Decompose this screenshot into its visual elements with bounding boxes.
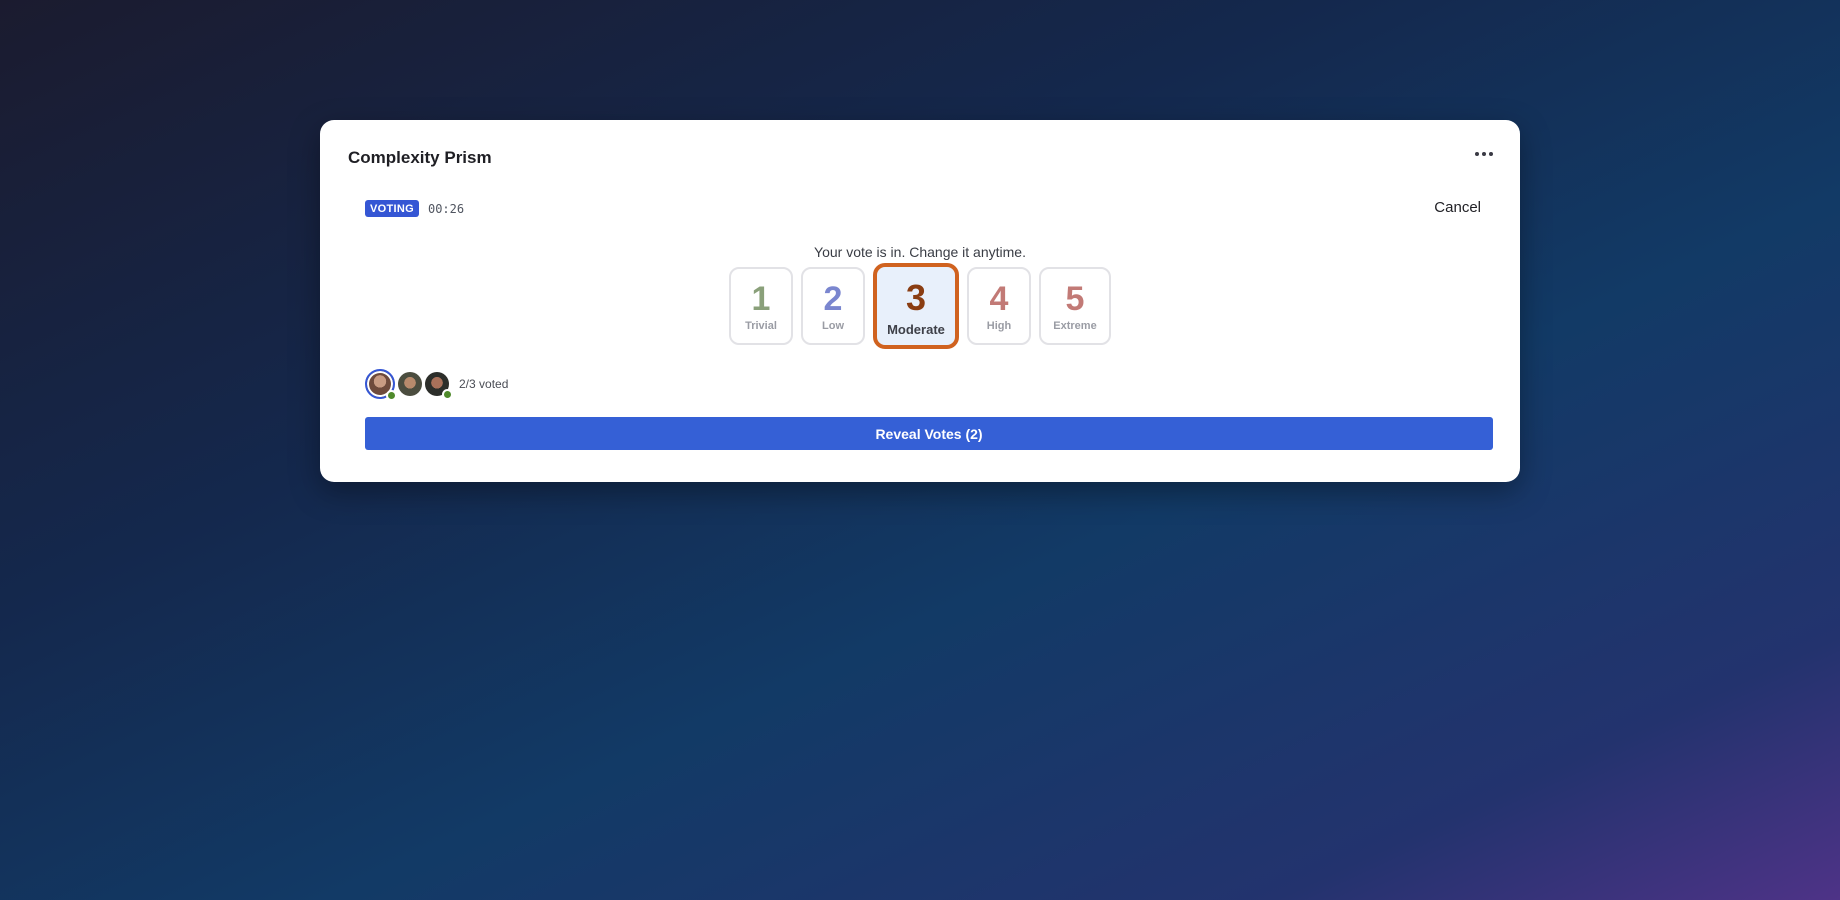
status-row: VOTING 00:26	[365, 200, 464, 217]
cancel-button[interactable]: Cancel	[1434, 199, 1481, 216]
avatar[interactable]	[425, 372, 453, 400]
card-title: Complexity Prism	[348, 148, 492, 167]
estimate-option-1[interactable]: 1 Trivial	[729, 267, 793, 345]
more-horizontal-icon-dot	[1489, 152, 1493, 156]
option-number: 2	[823, 280, 843, 318]
avatar[interactable]	[398, 372, 422, 396]
avatar[interactable]	[365, 369, 397, 401]
estimation-card: Complexity Prism VOTING 00:26 Cancel You…	[320, 120, 1520, 482]
participant-avatars: 2/3 voted	[365, 369, 509, 401]
voting-timer: 00:26	[427, 201, 465, 216]
option-number: 4	[989, 280, 1009, 318]
online-status-icon	[442, 389, 453, 400]
option-number: 5	[1065, 280, 1085, 318]
voting-status-badge: VOTING	[365, 200, 419, 217]
more-horizontal-icon-dot	[1482, 152, 1486, 156]
reveal-votes-button[interactable]: Reveal Votes (2)	[365, 417, 1493, 450]
option-number: 1	[751, 280, 771, 318]
option-label: Low	[822, 320, 844, 332]
estimate-option-2[interactable]: 2 Low	[801, 267, 865, 345]
option-label: High	[986, 320, 1012, 332]
more-horizontal-icon	[1475, 152, 1479, 156]
option-label: Moderate	[887, 322, 945, 337]
option-number: 3	[905, 277, 927, 318]
option-label: Extreme	[1053, 320, 1097, 332]
vote-status-message: Your vote is in. Change it anytime.	[814, 244, 1026, 260]
option-label: Trivial	[745, 320, 777, 332]
estimate-option-3-selected[interactable]: 3 Moderate	[873, 263, 959, 349]
estimate-option-4[interactable]: 4 High	[967, 267, 1031, 345]
estimate-option-5[interactable]: 5 Extreme	[1039, 267, 1111, 345]
voted-count: 2/3 voted	[459, 377, 509, 391]
estimate-options: 1 Trivial 2 Low 3 Moderate 4 High 5 Extr…	[320, 263, 1520, 349]
more-options-button[interactable]	[1470, 142, 1498, 166]
online-status-icon	[386, 390, 397, 401]
